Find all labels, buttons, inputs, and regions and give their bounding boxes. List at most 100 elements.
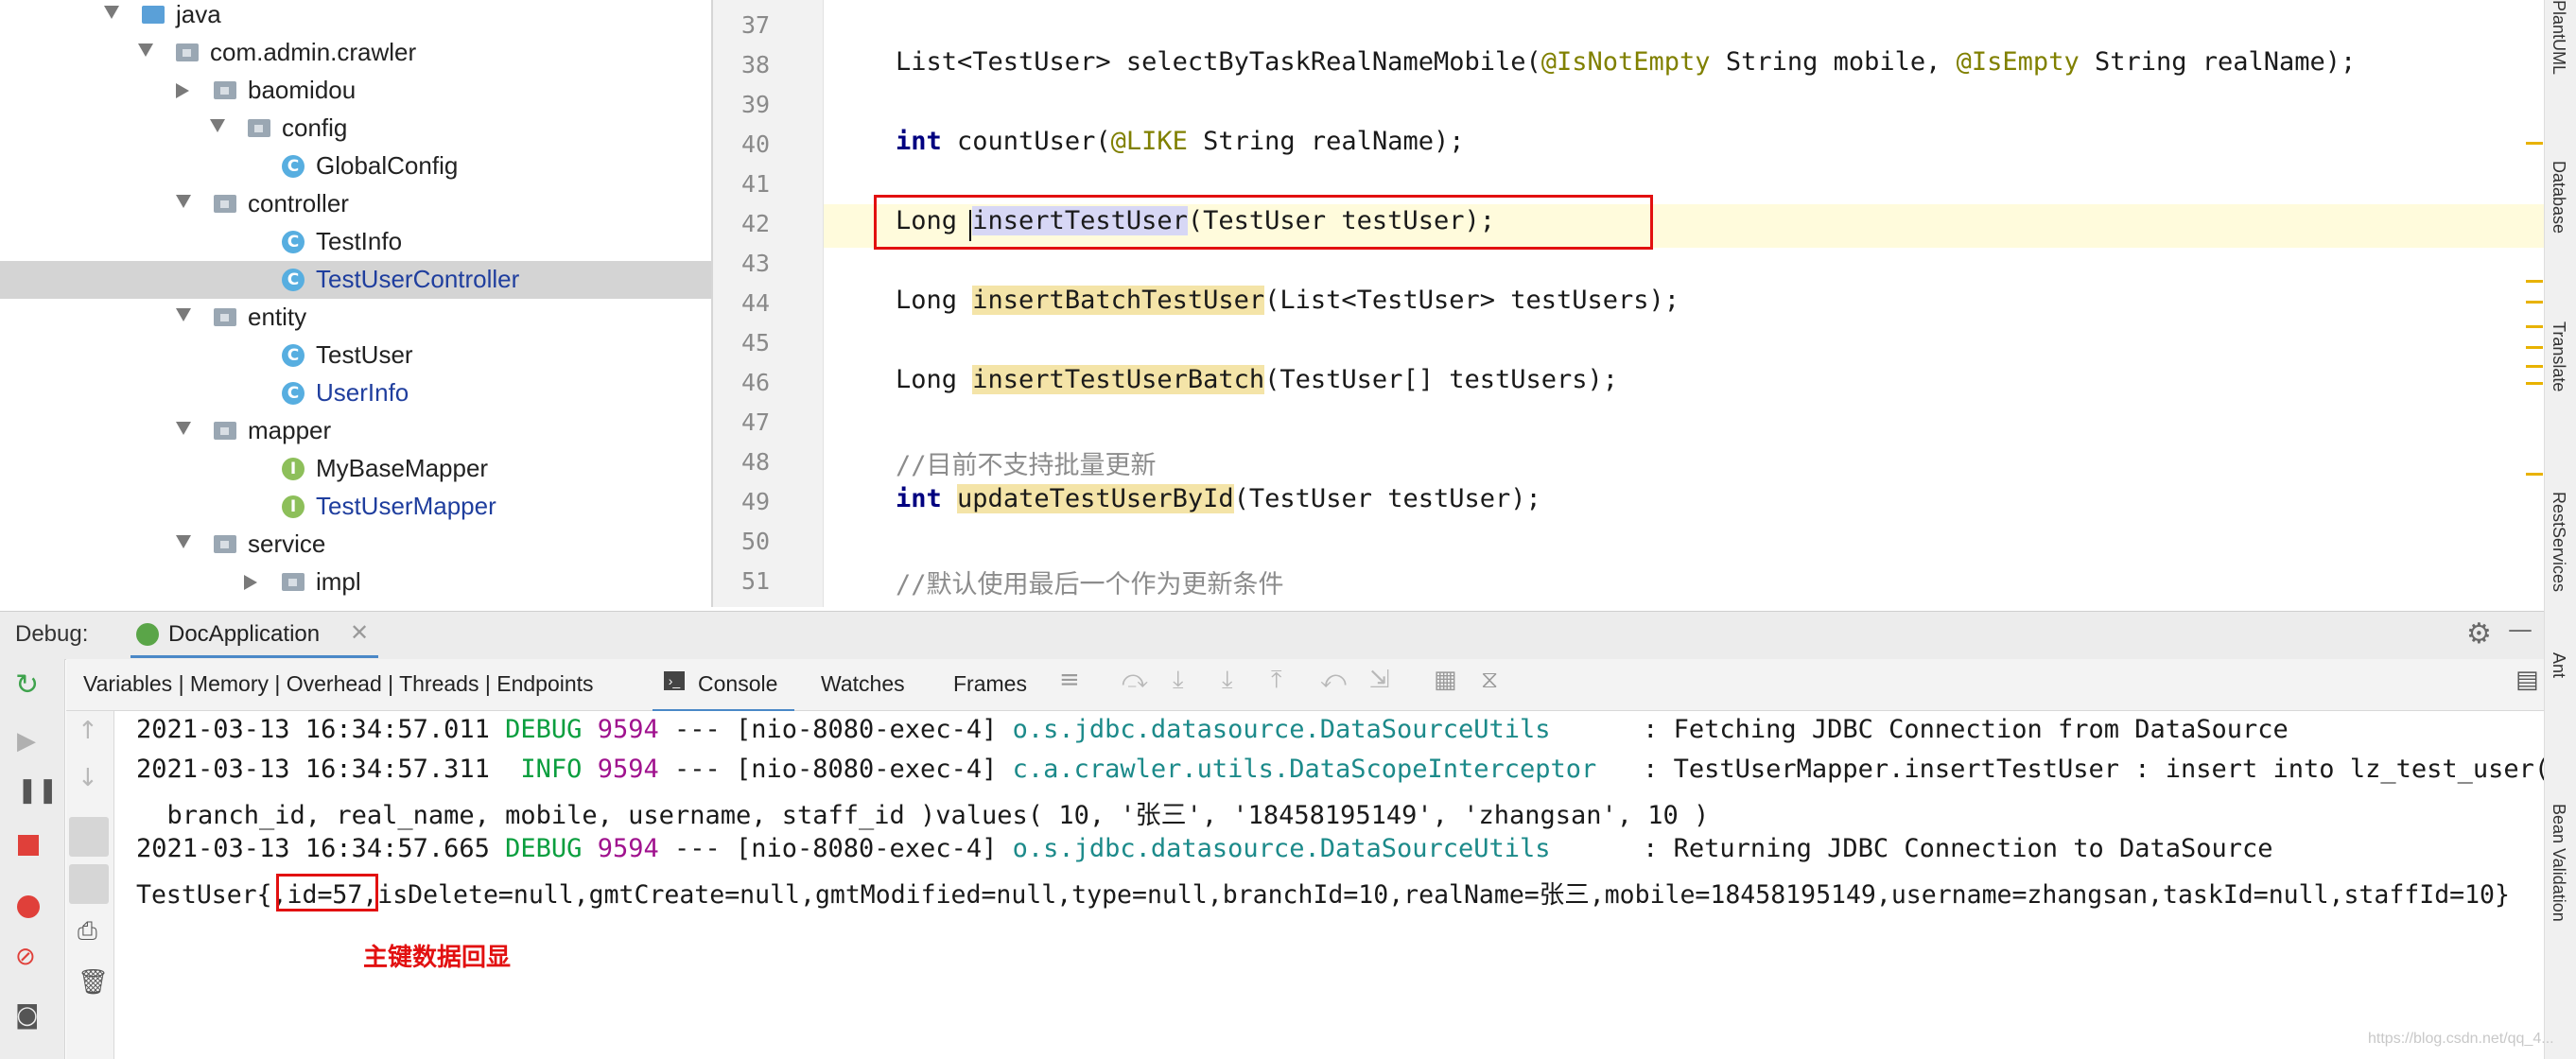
line-number: 44 [740, 289, 771, 317]
tool-window-tab[interactable]: Bean Validation [2549, 804, 2568, 922]
right-tool-stripe: PlantUML Database Translate RestServices Ant… [2526, 0, 2576, 1059]
trash-icon[interactable]: 🗑 [78, 968, 109, 997]
arrow-up-icon[interactable]: ↑ [78, 717, 98, 745]
tab-watches[interactable]: Watches [821, 671, 905, 697]
tree-item-label: UserInfo [316, 378, 409, 407]
tree-item[interactable]: mapper [0, 412, 711, 450]
debug-config-tab[interactable]: DocApplication ✕ [131, 617, 378, 658]
run-to-cursor-icon[interactable]: ⇲ [1369, 666, 1390, 694]
tree-item[interactable]: C TestInfo [0, 223, 711, 261]
pause-icon[interactable]: ❚❚ [17, 776, 59, 805]
code-line-51: //默认使用最后一个作为更新条件 [896, 570, 1284, 599]
line-number: 39 [740, 91, 771, 118]
tree-item[interactable]: I MyBaseMapper [0, 450, 711, 488]
error-stripe-mark[interactable] [2526, 142, 2543, 145]
tree-item-label: config [282, 113, 348, 142]
chevron-right-icon[interactable] [176, 83, 189, 98]
code-editor[interactable]: List<TestUser> selectByTaskRealNameMobil… [824, 0, 2545, 607]
tree-item[interactable]: controller [0, 185, 711, 223]
chevron-right-icon[interactable] [244, 575, 257, 590]
tree-item-label: TestUserMapper [316, 492, 496, 520]
code-line-44: Long insertBatchTestUser(List<TestUser> … [896, 286, 1680, 315]
tree-item[interactable]: java [0, 0, 711, 34]
chevron-down-icon[interactable] [138, 43, 153, 57]
tree-item-label: baomidou [248, 76, 357, 104]
tree-item[interactable]: C UserInfo [0, 374, 711, 412]
highlight-box-id [276, 874, 378, 911]
tree-item[interactable]: baomidou [0, 72, 711, 110]
minimize-icon[interactable]: — [2508, 616, 2532, 644]
step-into-icon[interactable]: ⤓ [1173, 666, 1184, 695]
print-icon[interactable]: ⎙ [78, 917, 97, 946]
hamburger-icon[interactable]: ≡ [1059, 666, 1080, 694]
tab-frames[interactable]: Frames [953, 671, 1027, 697]
camera-icon[interactable]: ◙ [15, 1001, 39, 1030]
error-stripe-mark[interactable] [2526, 280, 2543, 283]
chevron-down-icon[interactable] [210, 119, 225, 132]
folder-icon [214, 422, 236, 440]
force-step-into-icon[interactable]: ⤓ [1222, 666, 1233, 695]
console-output[interactable]: 2021-03-13 16:34:57.011 DEBUG 9594 --- [… [115, 711, 2544, 1059]
chevron-down-icon[interactable] [176, 535, 191, 548]
line-number: 41 [740, 170, 771, 198]
rerun-icon[interactable]: ↻ [15, 668, 39, 702]
stop-icon[interactable] [18, 835, 39, 856]
console-line-3: branch_id, real_name, mobile, username, … [136, 801, 1710, 830]
resume-icon[interactable]: ▶ [17, 727, 36, 755]
line-number: 43 [740, 250, 771, 277]
line-number: 38 [740, 51, 771, 78]
tree-item[interactable]: impl [0, 564, 711, 601]
tree-item-label: entity [248, 303, 307, 331]
view-breakpoints-icon[interactable] [17, 895, 40, 918]
chevron-down-icon[interactable] [104, 6, 119, 19]
tree-item-label: java [176, 0, 221, 28]
tool-window-tab[interactable]: Database [2549, 161, 2568, 234]
tab-variables-memory[interactable]: Variables | Memory | Overhead | Threads … [83, 671, 594, 697]
error-stripe-mark[interactable] [2526, 346, 2543, 349]
error-stripe-mark[interactable] [2526, 325, 2543, 328]
step-out-icon[interactable]: ⤒ [1271, 666, 1282, 695]
folder-icon [282, 573, 305, 591]
tree-item[interactable]: com.admin.crawler [0, 34, 711, 72]
code-line-38: List<TestUser> selectByTaskRealNameMobil… [896, 47, 2357, 77]
tree-item[interactable]: C GlobalConfig [0, 148, 711, 185]
chevron-down-icon[interactable] [176, 308, 191, 321]
soft-wrap-icon[interactable] [69, 817, 109, 857]
project-tree: java com.admin.crawler baomidou config C Glob… [0, 0, 713, 607]
interface-icon: I [282, 458, 305, 480]
console-icon: ›_ [664, 671, 685, 690]
editor-gutter: 37 38 39 40 41 42 43 44 45 46 47 48 49 50 51 [713, 0, 824, 607]
tool-window-tab[interactable]: Translate [2549, 321, 2568, 391]
config-tab-label: DocApplication [168, 621, 321, 647]
tree-item[interactable]: entity [0, 299, 711, 337]
error-stripe-mark[interactable] [2526, 473, 2543, 476]
evaluate-icon[interactable]: ▦ [1434, 666, 1457, 694]
gear-icon[interactable]: ⚙ [2466, 617, 2492, 651]
tree-item[interactable]: C TestUser [0, 337, 711, 374]
layout-icon[interactable]: ▤ [2515, 666, 2539, 694]
folder-icon [214, 308, 236, 326]
error-stripe-mark[interactable] [2526, 382, 2543, 385]
tree-item[interactable]: config [0, 110, 711, 148]
step-over-icon[interactable]: ⤼ [1122, 666, 1148, 695]
error-stripe-mark[interactable] [2526, 365, 2543, 368]
spring-boot-icon [136, 623, 159, 646]
chevron-down-icon[interactable] [176, 195, 191, 208]
tree-item[interactable]: C TestUserController [0, 261, 711, 299]
mute-breakpoints-icon[interactable]: ⊘ [15, 943, 36, 971]
close-icon[interactable]: ✕ [350, 619, 369, 647]
scroll-to-end-icon[interactable] [69, 864, 109, 904]
console-line-2: 2021-03-13 16:34:57.311 INFO 9594 --- [n… [136, 755, 2544, 784]
arrow-down-icon[interactable]: ↓ [78, 764, 98, 792]
tool-window-tab[interactable]: Ant [2549, 652, 2568, 678]
drop-frame-icon[interactable]: ⤺ [1320, 666, 1347, 695]
tree-item[interactable]: I TestUserMapper [0, 488, 711, 526]
chevron-down-icon[interactable] [176, 422, 191, 435]
tool-window-tab[interactable]: RestServices [2549, 492, 2568, 592]
tab-console[interactable]: ›_ Console [653, 662, 794, 712]
tree-item[interactable]: service [0, 526, 711, 564]
tool-window-tab[interactable]: PlantUML [2549, 0, 2568, 75]
trace-icon[interactable]: ⧖ [1481, 666, 1498, 695]
error-stripe-mark[interactable] [2526, 301, 2543, 304]
console-toolbar: ↑ ↓ ⎙ 🗑 [66, 711, 114, 1059]
